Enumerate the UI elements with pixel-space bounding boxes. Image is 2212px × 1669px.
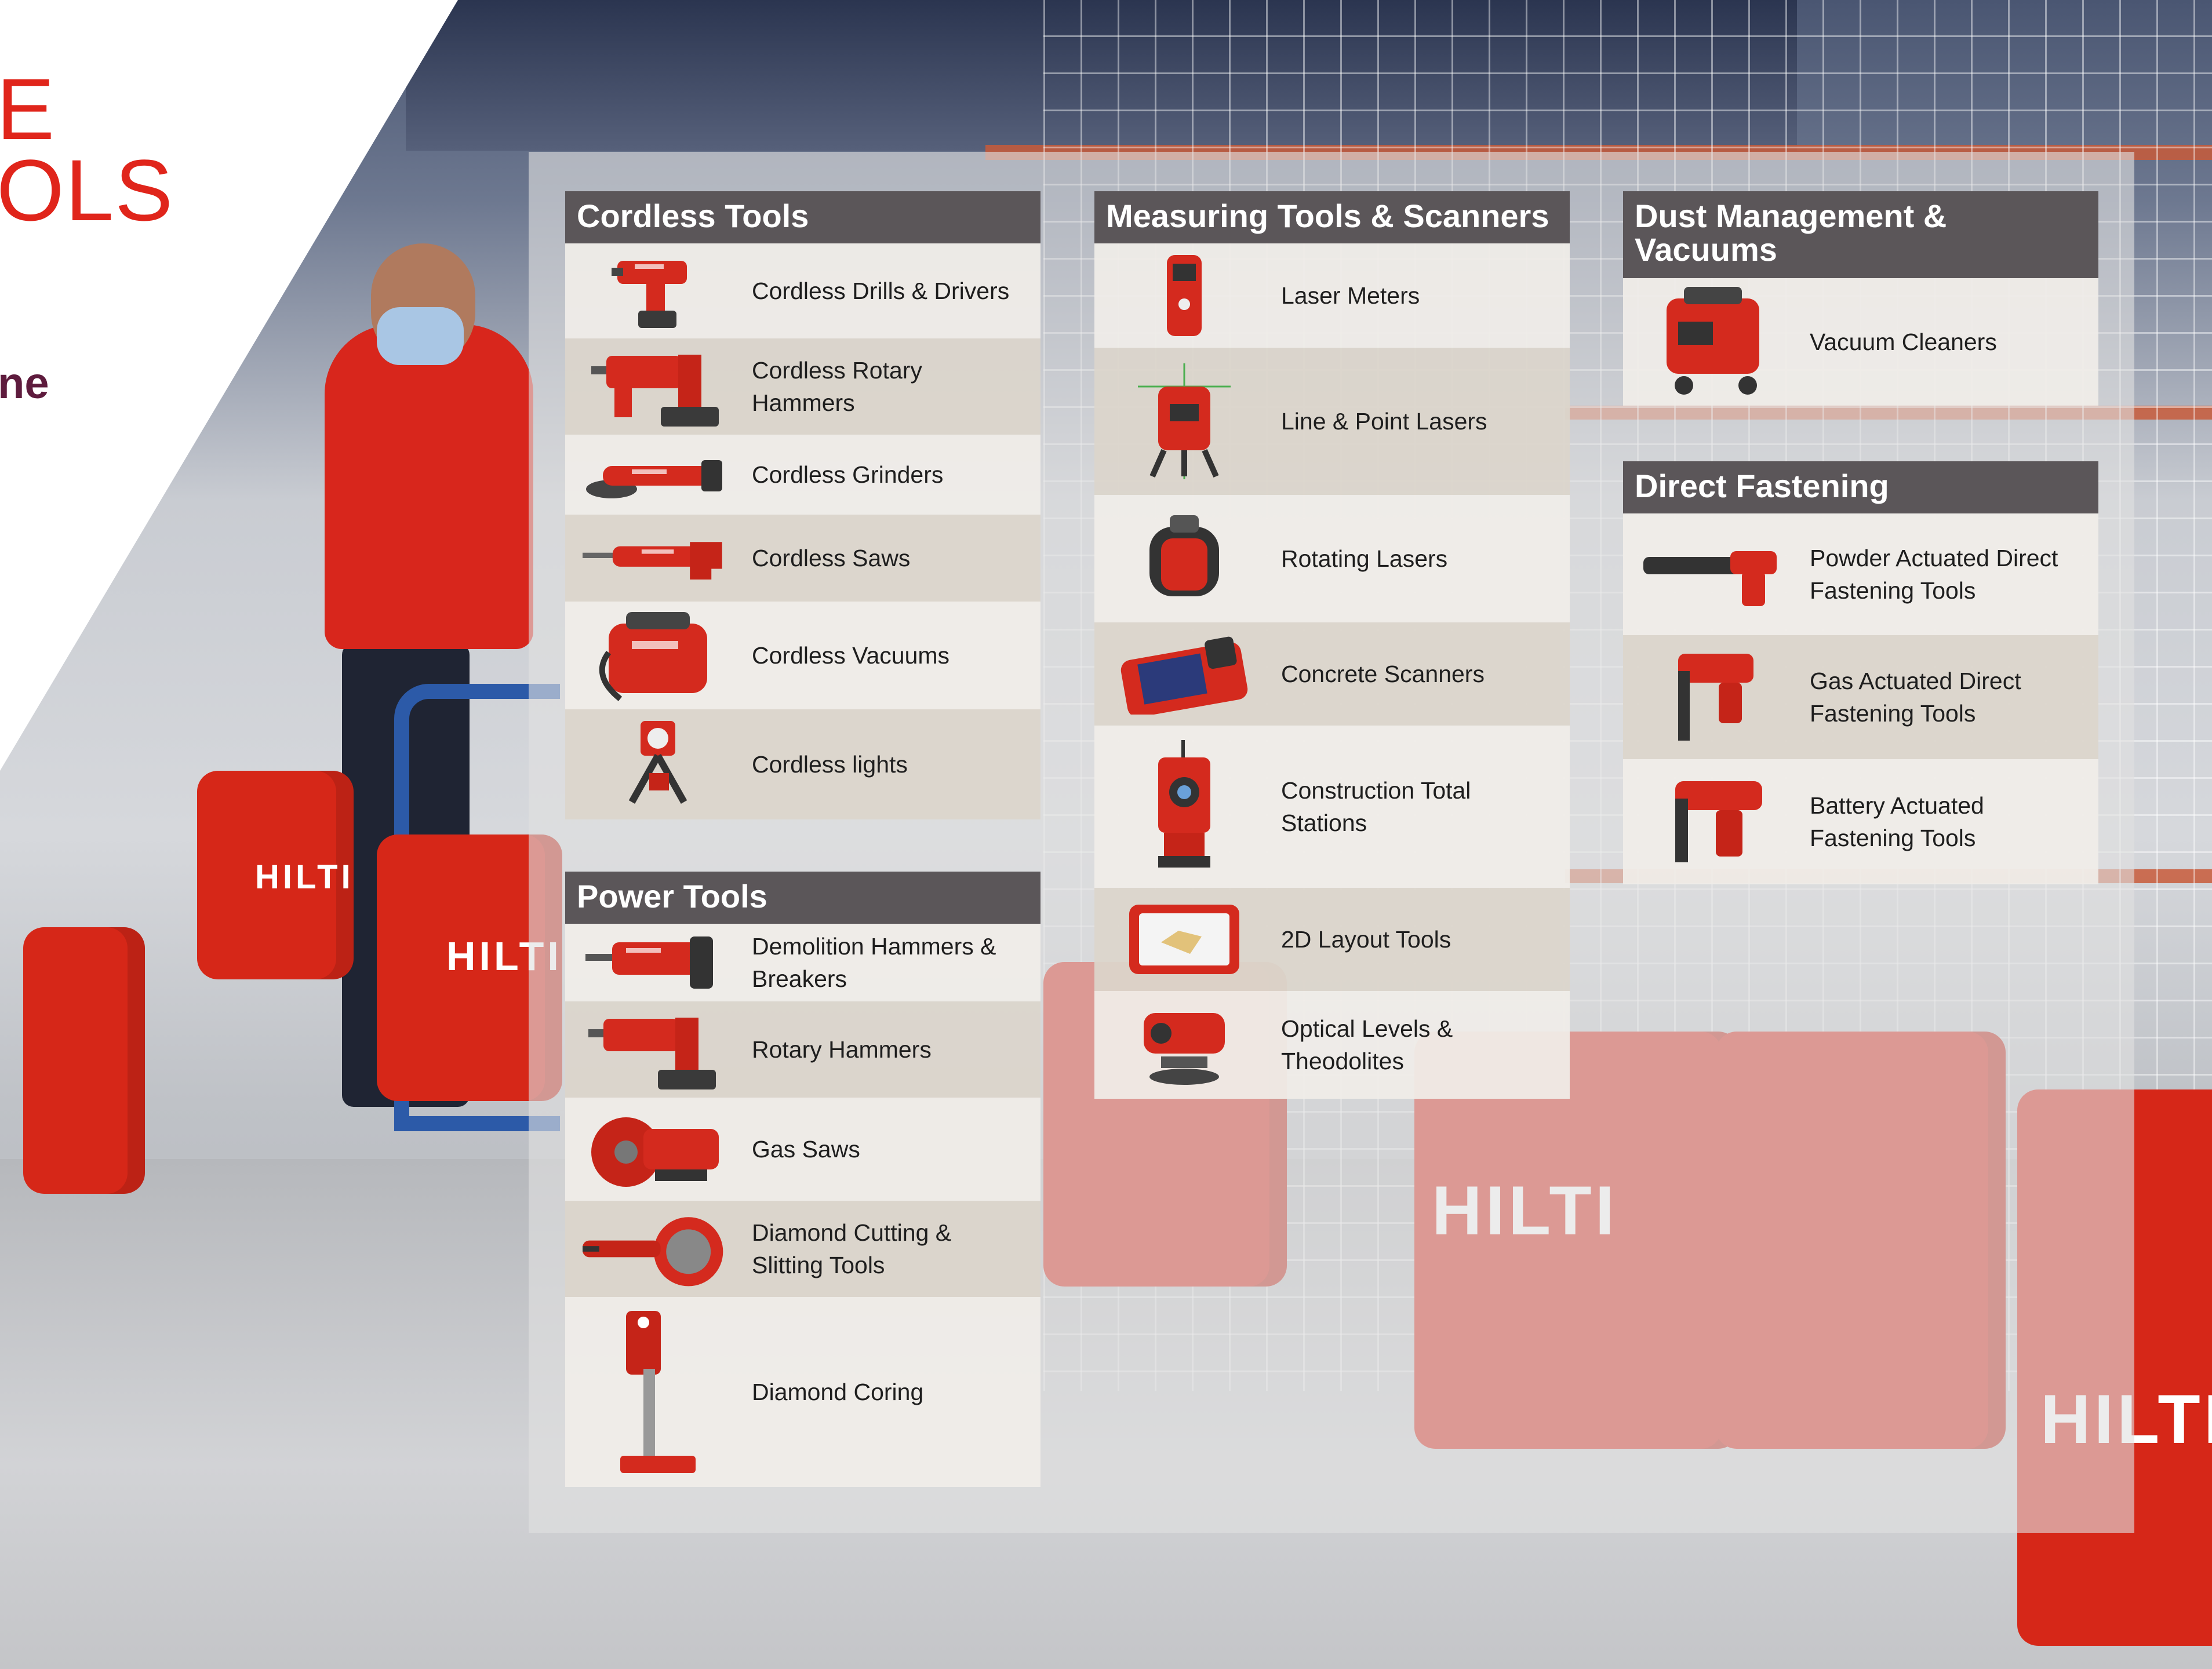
category-label: Optical Levels & Theodolites xyxy=(1281,1015,1453,1074)
background-person-shirt xyxy=(325,325,533,649)
section-power-tools: Power Tools Demolition Hammers & Breaker… xyxy=(565,872,1040,1487)
category-diamond-cutting[interactable]: Diamond Cutting & Slitting Tools xyxy=(565,1201,1040,1297)
headline-line-1: E xyxy=(0,60,56,158)
vacuum-cleaner-icon xyxy=(1640,287,1785,397)
section-dust-management: Dust Management & Vacuums Vacuum Cleaner… xyxy=(1623,191,2098,406)
laser-meter-icon xyxy=(1112,252,1257,339)
section-header-direct-fastening: Direct Fastening xyxy=(1623,461,2098,513)
category-cordless-saws[interactable]: Cordless Saws xyxy=(565,515,1040,602)
rotary-hammer-icon xyxy=(583,343,727,430)
drill-icon xyxy=(583,250,727,331)
category-label: Cordless Vacuums xyxy=(752,642,950,669)
tablet-icon xyxy=(1112,902,1257,977)
category-cordless-vacuums[interactable]: Cordless Vacuums xyxy=(565,602,1040,709)
battery-nailer-icon xyxy=(1640,775,1785,868)
category-concrete-scanners[interactable]: Concrete Scanners xyxy=(1094,622,1570,726)
category-label: Cordless Drills & Drivers xyxy=(752,278,1010,304)
category-label: Gas Saws xyxy=(752,1136,860,1163)
category-label: Cordless Grinders xyxy=(752,461,944,488)
category-diamond-coring[interactable]: Diamond Coring xyxy=(565,1297,1040,1487)
category-label: Diamond Coring xyxy=(752,1379,924,1405)
section-direct-fastening: Direct Fastening Powder Actuated Direct … xyxy=(1623,461,2098,884)
rotary-hammer-icon xyxy=(583,1006,727,1093)
category-vacuum-cleaners[interactable]: Vacuum Cleaners xyxy=(1623,278,2098,406)
category-label: Concrete Scanners xyxy=(1281,661,1485,687)
headline-line-2: OLS xyxy=(0,141,174,239)
category-cordless-lights[interactable]: Cordless lights xyxy=(565,709,1040,819)
category-label: Line & Point Lasers xyxy=(1281,408,1487,435)
background-tool-case xyxy=(23,927,145,1194)
category-demolition-hammers[interactable]: Demolition Hammers & Breakers xyxy=(565,924,1040,1001)
line-laser-icon xyxy=(1112,363,1257,479)
background-person-mask xyxy=(377,307,464,365)
rotating-laser-icon xyxy=(1112,509,1257,608)
category-label: Laser Meters xyxy=(1281,282,1420,309)
vacuum-icon xyxy=(583,606,727,705)
case-logo: HILTI xyxy=(255,858,354,896)
category-optical-levels[interactable]: Optical Levels & Theodolites xyxy=(1094,991,1570,1099)
saw-icon xyxy=(583,529,727,587)
demolition-hammer-icon xyxy=(583,931,727,994)
category-rotating-lasers[interactable]: Rotating Lasers xyxy=(1094,495,1570,622)
category-label: Rotary Hammers xyxy=(752,1036,932,1063)
category-label: Gas Actuated Direct Fastening Tools xyxy=(1810,668,2021,727)
category-label: Cordless lights xyxy=(752,751,908,778)
category-powder-actuated-tools[interactable]: Powder Actuated Direct Fastening Tools xyxy=(1623,513,2098,635)
grinder-icon xyxy=(583,443,727,506)
section-header-dust-management: Dust Management & Vacuums xyxy=(1623,191,2098,278)
section-cordless-tools: Cordless Tools Cordless Drills & Drivers… xyxy=(565,191,1040,819)
category-total-stations[interactable]: Construction Total Stations xyxy=(1094,726,1570,888)
section-header-cordless-tools: Cordless Tools xyxy=(565,191,1040,243)
gas-saw-icon xyxy=(583,1106,727,1193)
section-header-measuring-tools: Measuring Tools & Scanners xyxy=(1094,191,1570,243)
category-gas-saws[interactable]: Gas Saws xyxy=(565,1098,1040,1201)
page-canvas: HILTI HILTI HILTI HILTI E OLS ne Cordles… xyxy=(0,0,2212,1669)
category-cordless-grinders[interactable]: Cordless Grinders xyxy=(565,435,1040,515)
total-station-icon xyxy=(1112,740,1257,873)
coring-rig-icon xyxy=(583,1305,727,1479)
category-label: Vacuum Cleaners xyxy=(1810,329,1997,355)
concrete-scanner-icon xyxy=(1112,633,1257,715)
category-label: Demolition Hammers & Breakers xyxy=(752,933,996,992)
section-measuring-tools: Measuring Tools & Scanners Laser Meters … xyxy=(1094,191,1570,1099)
category-label: 2D Layout Tools xyxy=(1281,926,1451,953)
category-line-point-lasers[interactable]: Line & Point Lasers xyxy=(1094,348,1570,495)
light-icon xyxy=(583,715,727,814)
category-battery-actuated-tools[interactable]: Battery Actuated Fastening Tools xyxy=(1623,759,2098,884)
headline-subtitle: ne xyxy=(0,359,49,408)
category-laser-meters[interactable]: Laser Meters xyxy=(1094,243,1570,348)
category-label: Rotating Lasers xyxy=(1281,545,1448,572)
optical-level-icon xyxy=(1112,1001,1257,1088)
category-2d-layout-tools[interactable]: 2D Layout Tools xyxy=(1094,888,1570,991)
background-tool-case: HILTI xyxy=(197,771,354,979)
category-label: Diamond Cutting & Slitting Tools xyxy=(752,1219,952,1278)
category-label: Cordless Rotary Hammers xyxy=(752,357,922,416)
diamond-cutter-icon xyxy=(583,1205,727,1292)
category-label: Cordless Saws xyxy=(752,545,911,571)
category-label: Construction Total Stations xyxy=(1281,777,1471,836)
category-label: Powder Actuated Direct Fastening Tools xyxy=(1810,545,2058,604)
gas-nailer-icon xyxy=(1640,648,1785,746)
category-cordless-rotary-hammers[interactable]: Cordless Rotary Hammers xyxy=(565,338,1040,435)
section-header-power-tools: Power Tools xyxy=(565,872,1040,924)
category-label: Battery Actuated Fastening Tools xyxy=(1810,792,1984,851)
category-gas-actuated-tools[interactable]: Gas Actuated Direct Fastening Tools xyxy=(1623,635,2098,759)
powder-tool-icon xyxy=(1640,540,1785,609)
category-rotary-hammers[interactable]: Rotary Hammers xyxy=(565,1001,1040,1098)
category-cordless-drills[interactable]: Cordless Drills & Drivers xyxy=(565,243,1040,338)
